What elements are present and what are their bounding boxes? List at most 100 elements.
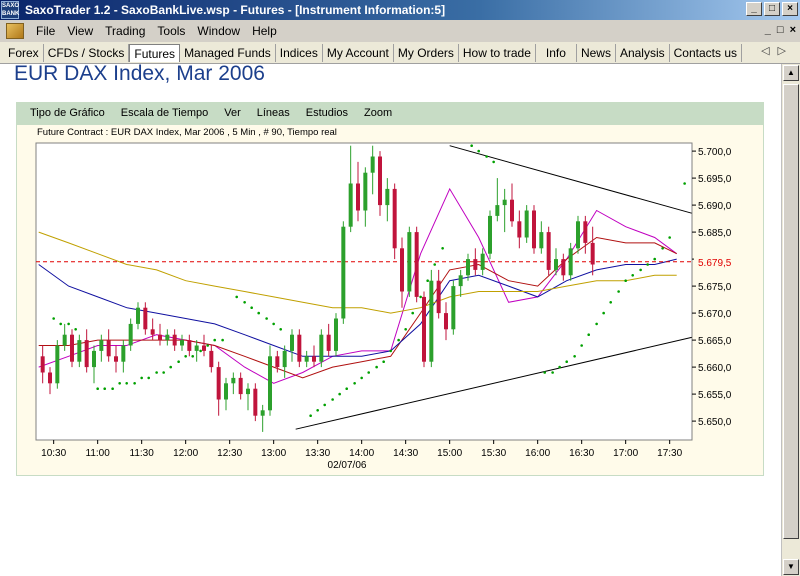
x-tick-label: 16:30	[569, 448, 594, 459]
sar-dot	[353, 382, 356, 385]
mdi-close-button[interactable]: ×	[790, 24, 796, 36]
mdi-minimize-button[interactable]: _	[765, 24, 771, 36]
candle-up	[77, 340, 82, 362]
sar-dot	[441, 247, 444, 250]
sar-dot	[602, 311, 605, 315]
tab-indices[interactable]: Indices	[276, 43, 323, 62]
sar-dot	[140, 376, 143, 380]
y-tick-label: 5.655,0	[698, 390, 732, 401]
sar-dot	[125, 382, 129, 385]
chart-type-menu[interactable]: Tipo de Gráfico	[30, 107, 105, 119]
x-tick-label: 11:30	[130, 448, 155, 459]
tab-info[interactable]: Info	[536, 43, 577, 62]
candle-down	[253, 388, 258, 416]
y-tick-label: 5.665,0	[698, 336, 732, 347]
mdi-window-icon[interactable]	[6, 23, 24, 39]
candle-up	[539, 232, 544, 249]
menu-view[interactable]: View	[61, 24, 99, 38]
candle-up	[282, 350, 287, 368]
sar-dot	[382, 360, 385, 363]
candle-down	[143, 307, 148, 330]
candle-up	[268, 356, 272, 411]
tab-futures[interactable]: Futures	[129, 43, 181, 62]
tab-scroll-left-icon[interactable]: ◁	[761, 45, 777, 57]
sar-dot	[111, 387, 114, 391]
sar-dot	[595, 322, 598, 326]
sar-dot	[155, 371, 158, 374]
menu-tools[interactable]: Tools	[151, 24, 191, 38]
tab-managed-funds[interactable]: Managed Funds	[180, 43, 276, 62]
view-menu[interactable]: Ver	[224, 107, 241, 119]
mdi-restore-button[interactable]: □	[777, 24, 784, 36]
scroll-up-icon[interactable]: ▲	[783, 65, 799, 81]
candle-up	[319, 334, 324, 362]
candle-up	[348, 183, 353, 227]
menu-help[interactable]: Help	[246, 24, 283, 38]
x-tick-label: 15:00	[437, 448, 462, 459]
menu-window[interactable]: Window	[191, 24, 246, 38]
window-titlebar[interactable]: SAXO BANK SaxoTrader 1.2 - SaxoBankLive.…	[0, 0, 800, 20]
candle-up	[502, 199, 507, 206]
sar-dot	[147, 376, 151, 380]
candle-down	[297, 334, 302, 362]
studies-menu[interactable]: Estudios	[306, 107, 348, 119]
sar-dot	[177, 360, 180, 363]
candle-down	[312, 356, 316, 362]
tab-cfds-stocks[interactable]: CFDs / Stocks	[44, 43, 130, 62]
sar-dot	[213, 338, 217, 342]
sar-dot	[389, 349, 393, 353]
tab-how-to-trade[interactable]: How to trade	[459, 43, 536, 62]
price-chart[interactable]: 5.650,0 5.655,0 5.660,0 5.665,0 5.670,0 5.675…	[17, 125, 763, 475]
vertical-scrollbar[interactable]: ▲ ▼	[781, 64, 800, 576]
sar-dot	[191, 355, 195, 358]
candle-down	[216, 367, 221, 400]
y-tick-label: 5.700,0	[698, 147, 732, 158]
time-scale-menu[interactable]: Escala de Tiempo	[121, 107, 208, 119]
tab-forex[interactable]: Forex	[0, 43, 44, 62]
candle-up	[466, 259, 470, 276]
sar-dot	[551, 371, 554, 374]
candle-up	[136, 307, 140, 324]
sar-dot	[74, 328, 77, 331]
scroll-down-icon[interactable]: ▼	[783, 559, 799, 575]
candle-up	[370, 156, 375, 173]
candle-down	[84, 340, 89, 368]
x-tick-label: 11:00	[86, 448, 111, 459]
candle-up	[224, 383, 228, 400]
x-tick-label: 16:00	[525, 448, 550, 459]
minimize-button[interactable]: _	[746, 2, 762, 16]
close-button[interactable]: ×	[782, 2, 798, 16]
menu-file[interactable]: File	[30, 24, 61, 38]
sar-dot	[661, 247, 664, 250]
sar-dot	[639, 268, 642, 272]
tab-analysis[interactable]: Analysis	[616, 43, 670, 62]
zoom-menu[interactable]: Zoom	[364, 107, 392, 119]
x-tick-label: 12:00	[173, 448, 198, 459]
candle-up	[304, 356, 309, 362]
candle-down	[473, 259, 478, 270]
tab-my-account[interactable]: My Account	[323, 43, 394, 62]
sar-dot	[96, 387, 99, 391]
candle-up	[576, 221, 580, 249]
tab-my-orders[interactable]: My Orders	[394, 43, 459, 62]
menu-trading[interactable]: Trading	[99, 24, 151, 38]
sar-dot	[587, 333, 591, 336]
tab-scroll-right-icon[interactable]: ▷	[778, 45, 794, 57]
sar-dot	[265, 317, 268, 320]
tab-contacts-us[interactable]: Contacts us	[670, 43, 743, 62]
sar-dot	[646, 263, 649, 266]
sar-dot	[419, 295, 422, 299]
candle-up	[568, 248, 573, 276]
tab-news[interactable]: News	[577, 43, 616, 62]
sar-dot	[375, 365, 378, 369]
scroll-thumb[interactable]	[783, 84, 799, 539]
sar-dot	[426, 279, 429, 282]
sar-dot	[169, 365, 173, 369]
candle-down	[356, 183, 360, 211]
chart-toolbar: Tipo de Gráfico Escala de Tiempo Ver Lín…	[16, 102, 764, 124]
x-tick-label: 13:30	[305, 448, 330, 459]
lines-menu[interactable]: Líneas	[257, 107, 290, 119]
sar-dot	[323, 403, 327, 407]
x-tick-label: 12:30	[217, 448, 242, 459]
maximize-button[interactable]: □	[764, 2, 780, 16]
